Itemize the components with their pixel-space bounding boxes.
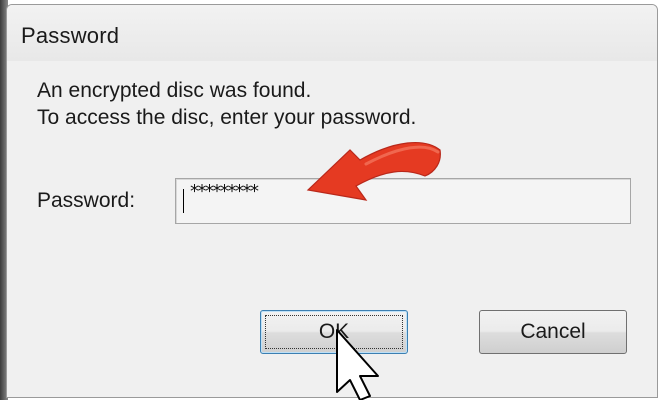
cancel-button[interactable]: Cancel bbox=[479, 310, 627, 354]
text-caret bbox=[183, 189, 184, 213]
focus-ring bbox=[265, 315, 403, 349]
password-input[interactable]: ********* bbox=[175, 178, 631, 224]
message-line-2: To access the disc, enter your password. bbox=[37, 106, 417, 129]
title-bar[interactable]: Password bbox=[7, 5, 657, 61]
password-dialog: Password An encrypted disc was found. To… bbox=[6, 4, 658, 398]
password-label: Password: bbox=[37, 189, 136, 212]
screenshot-stage: Password An encrypted disc was found. To… bbox=[0, 0, 668, 400]
message-line-1: An encrypted disc was found. bbox=[37, 79, 312, 102]
cancel-button-label: Cancel bbox=[520, 320, 586, 343]
ok-button[interactable]: OK bbox=[260, 310, 408, 354]
dialog-title: Password bbox=[21, 23, 120, 48]
dialog-body: An encrypted disc was found. To access t… bbox=[7, 61, 657, 397]
password-value: ********* bbox=[190, 181, 259, 202]
